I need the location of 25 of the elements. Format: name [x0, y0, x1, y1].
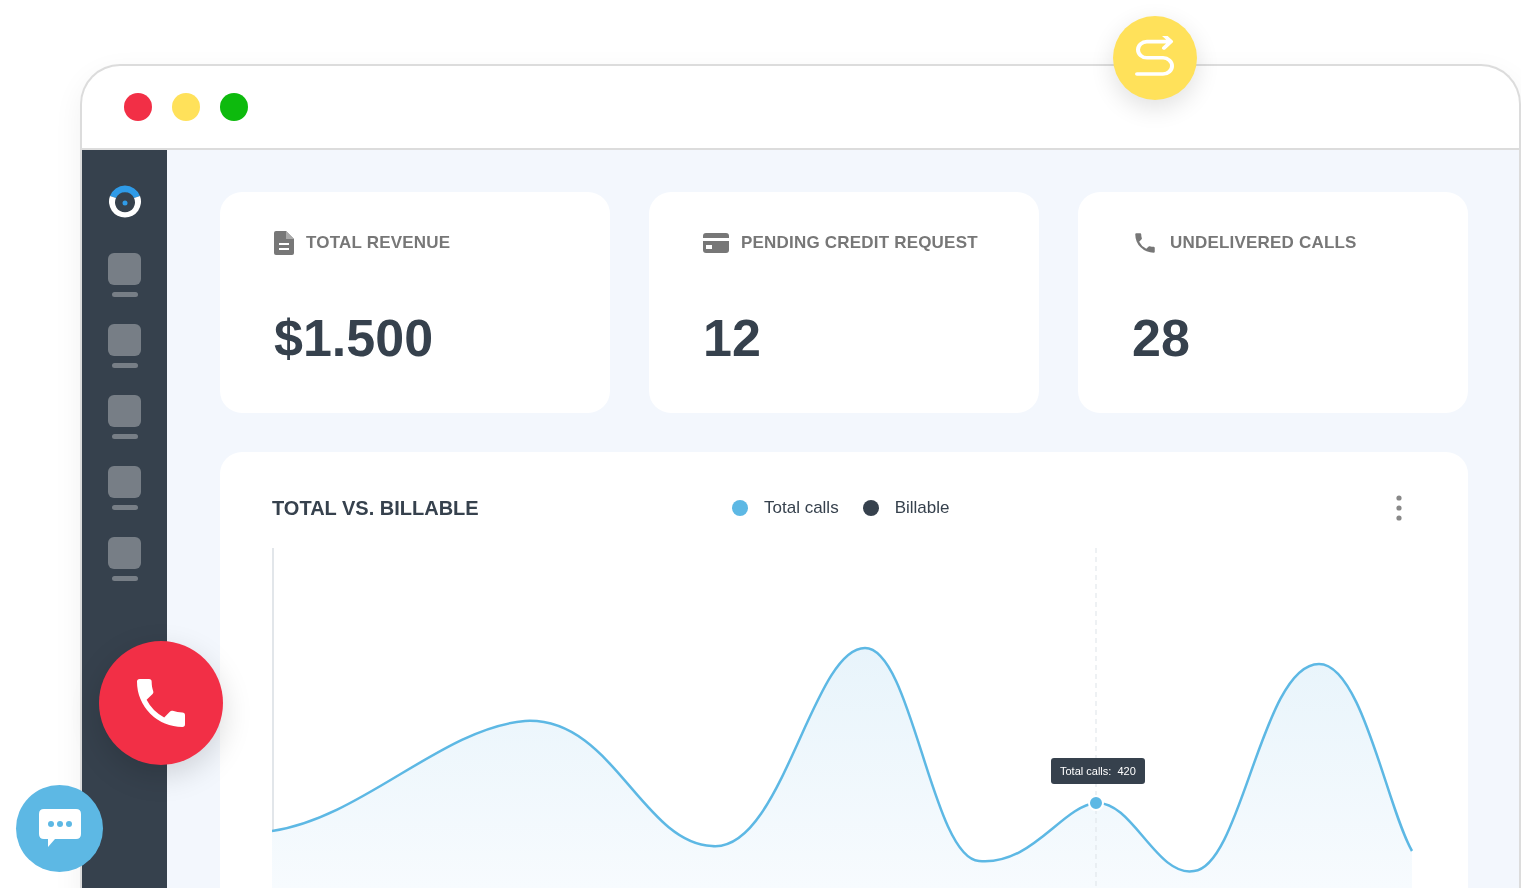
legend-label: Billable [894, 498, 950, 518]
stat-value: 28 [1132, 308, 1191, 368]
chart-tooltip: Total calls: 420 [1051, 758, 1145, 784]
card-label: PENDING CREDIT REQUEST [741, 233, 978, 253]
window-control-dot[interactable] [124, 93, 152, 121]
window-control-dot[interactable] [220, 93, 248, 121]
legend-label: Total calls [764, 498, 839, 518]
phone-icon [1132, 230, 1158, 256]
card-label: TOTAL REVENUE [306, 233, 451, 253]
data-point[interactable] [1088, 795, 1104, 811]
stat-value: $1.500 [274, 308, 435, 368]
nav-item[interactable] [108, 395, 141, 439]
window-control-dot[interactable] [172, 93, 200, 121]
chat-bubble-icon [38, 808, 81, 849]
more-options-icon[interactable] [1396, 495, 1402, 521]
chart-title: TOTAL VS. BILLABLE [272, 496, 480, 520]
credit-card-icon [703, 233, 729, 253]
nav-item[interactable] [108, 253, 141, 297]
stat-value: 12 [703, 308, 762, 368]
logo-icon [106, 184, 143, 220]
nav-item[interactable] [108, 324, 141, 368]
card-label: UNDELIVERED CALLS [1170, 233, 1357, 253]
nav-item[interactable] [108, 466, 141, 510]
document-icon [274, 231, 294, 255]
nav-item[interactable] [108, 537, 141, 581]
